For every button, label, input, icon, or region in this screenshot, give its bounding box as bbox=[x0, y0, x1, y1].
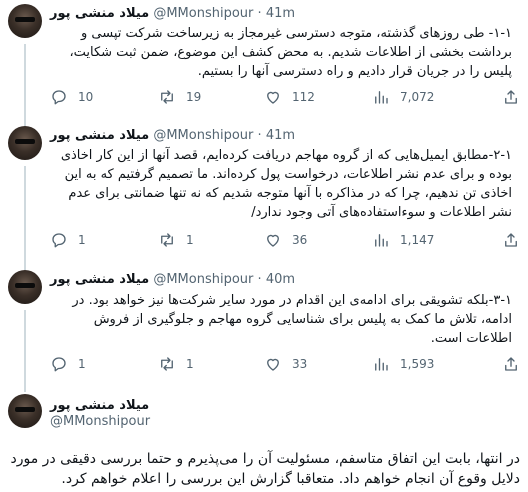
author-handle[interactable]: @MMonshipour bbox=[153, 6, 253, 21]
tweet-text: ۲-۱-مطابق ایمیل‌هایی که از گروه مهاجم در… bbox=[60, 148, 512, 220]
like-count: 33 bbox=[292, 357, 308, 371]
reply-count: 1 bbox=[78, 233, 86, 247]
like-icon bbox=[267, 358, 279, 371]
like-button[interactable]: 112 bbox=[264, 88, 315, 106]
views-button[interactable]: 7,072 bbox=[372, 88, 434, 106]
like-icon bbox=[267, 234, 279, 247]
author-handle[interactable]: @MMonshipour bbox=[153, 272, 253, 287]
avatar[interactable] bbox=[8, 394, 42, 428]
share-button[interactable] bbox=[502, 88, 520, 110]
retweet-count: 1 bbox=[186, 233, 194, 247]
reply-button[interactable]: 10 bbox=[50, 88, 93, 106]
views-icon bbox=[375, 358, 388, 371]
share-icon bbox=[505, 233, 517, 247]
reply-icon bbox=[52, 357, 66, 372]
retweet-icon bbox=[161, 233, 173, 247]
tweet-actions: 1 1 36 1,147 bbox=[50, 231, 520, 251]
share-icon bbox=[505, 90, 517, 104]
avatar[interactable] bbox=[8, 126, 42, 160]
author-handle[interactable]: @MMonshipour bbox=[153, 128, 253, 143]
like-icon bbox=[267, 91, 279, 104]
reply-count: 10 bbox=[78, 90, 94, 104]
retweet-count: 19 bbox=[186, 90, 202, 104]
like-button[interactable]: 33 bbox=[264, 355, 307, 373]
avatar[interactable] bbox=[8, 270, 42, 304]
tweet-text: ۳-۱-بلکه تشویقی برای ادامه‌ی این اقدام د… bbox=[72, 293, 512, 346]
views-icon bbox=[375, 234, 388, 247]
tweet-meta: میلاد منشی پور @MMonshipour · 41m bbox=[50, 128, 295, 143]
retweet-button[interactable]: 1 bbox=[158, 231, 194, 249]
retweet-icon bbox=[161, 357, 173, 371]
author-name[interactable]: میلاد منشی پور bbox=[50, 6, 149, 21]
retweet-button[interactable]: 19 bbox=[158, 88, 201, 106]
reply-icon bbox=[52, 233, 66, 248]
tweet-time[interactable]: 40m bbox=[266, 272, 295, 287]
tweet-time[interactable]: 41m bbox=[266, 6, 295, 21]
tweet-text: در انتها، بابت این اتفاق متاسفم، مسئولیت… bbox=[10, 451, 521, 487]
tweet-actions: 10 19 112 7,072 bbox=[50, 88, 520, 108]
separator-dot: · bbox=[257, 6, 262, 21]
tweet-meta: میلاد منشی پور @MMonshipour · 41m bbox=[50, 6, 295, 21]
retweet-count: 1 bbox=[186, 357, 194, 371]
views-icon bbox=[375, 91, 388, 104]
tweet-text: ۱-۱- طی روزهای گذشته، متوجه دسترسی غیرمج… bbox=[69, 26, 512, 79]
share-button[interactable] bbox=[502, 231, 520, 253]
like-button[interactable]: 36 bbox=[264, 231, 307, 249]
share-button[interactable] bbox=[502, 355, 520, 377]
reply-button[interactable]: 1 bbox=[50, 231, 86, 249]
author-name[interactable]: میلاد منشی پور bbox=[50, 398, 149, 413]
reply-button[interactable]: 1 bbox=[50, 355, 86, 373]
thread-line bbox=[24, 166, 26, 270]
author-name[interactable]: میلاد منشی پور bbox=[50, 128, 149, 143]
separator-dot: · bbox=[257, 128, 262, 143]
reply-icon bbox=[52, 90, 66, 105]
like-count: 112 bbox=[292, 90, 315, 104]
author-handle[interactable]: @MMonshipour bbox=[50, 414, 150, 429]
retweet-button[interactable]: 1 bbox=[158, 355, 194, 373]
views-count: 1,593 bbox=[400, 357, 435, 371]
share-icon bbox=[505, 357, 517, 371]
views-count: 7,072 bbox=[400, 90, 435, 104]
tweet-time[interactable]: 41m bbox=[266, 128, 295, 143]
tweet-actions: 1 1 33 1,593 bbox=[50, 355, 520, 375]
thread-line bbox=[24, 310, 26, 392]
thread-line bbox=[24, 44, 26, 126]
separator-dot: · bbox=[257, 272, 262, 287]
like-count: 36 bbox=[292, 233, 308, 247]
views-count: 1,147 bbox=[400, 233, 435, 247]
tweet-meta: میلاد منشی پور @MMonshipour · 40m bbox=[50, 272, 295, 287]
retweet-icon bbox=[161, 90, 173, 104]
author-name[interactable]: میلاد منشی پور bbox=[50, 272, 149, 287]
views-button[interactable]: 1,593 bbox=[372, 355, 434, 373]
avatar[interactable] bbox=[8, 4, 42, 38]
views-button[interactable]: 1,147 bbox=[372, 231, 434, 249]
reply-count: 1 bbox=[78, 357, 86, 371]
